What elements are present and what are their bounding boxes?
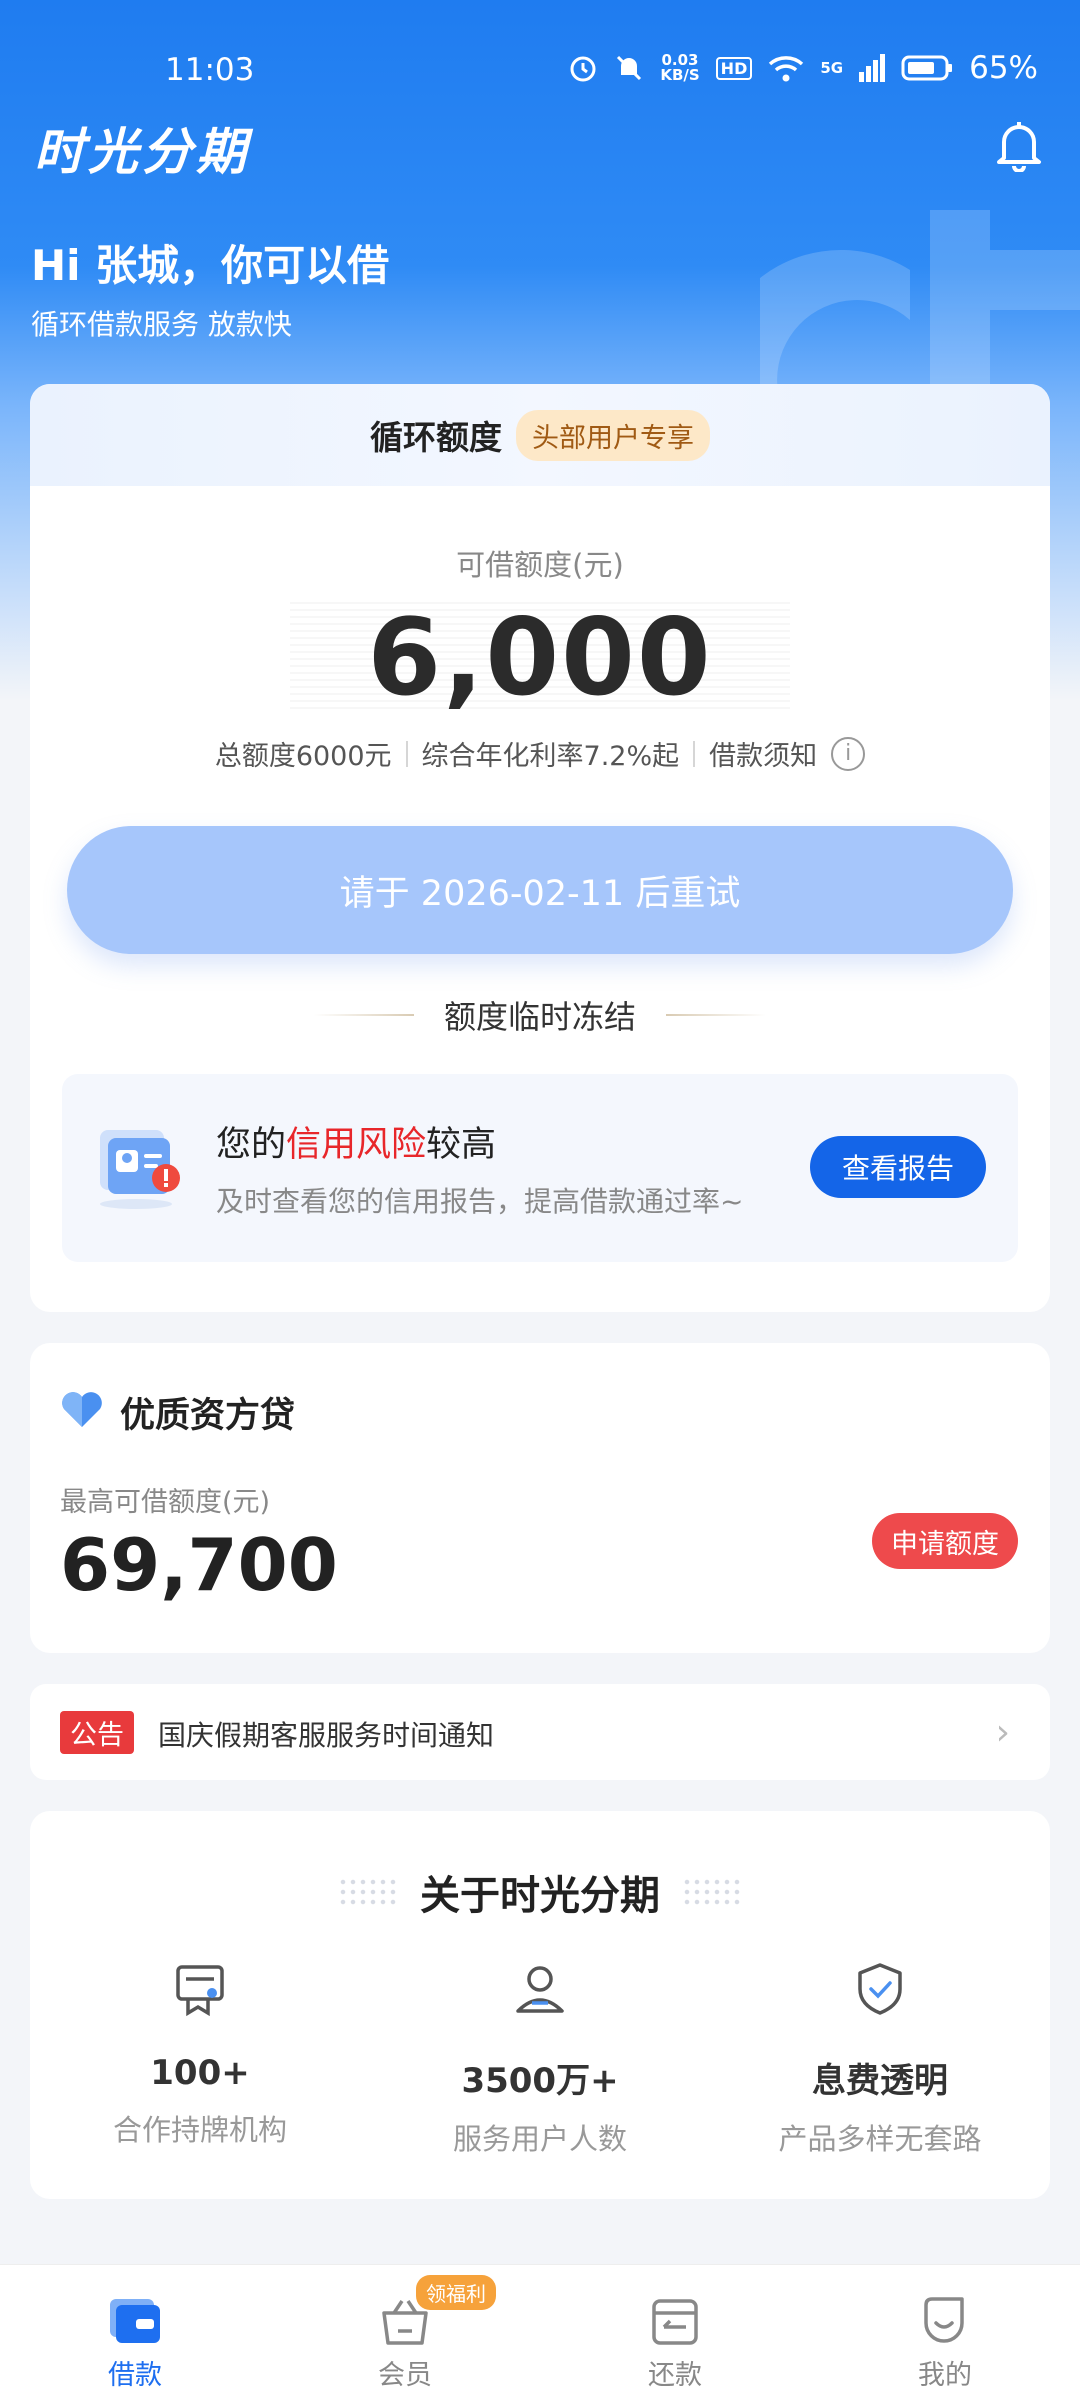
announcement-text: 国庆假期客服服务时间通知: [158, 1719, 495, 1752]
interest-rate-text: 综合年化利率7.2%起: [421, 741, 680, 772]
chevron-right-icon: ›: [995, 1712, 1010, 1753]
about-stat-users: 3500万+ 服务用户人数: [370, 1959, 710, 2158]
premium-loan-card[interactable]: 优质资方贷 最高可借额度(元) 69,700 申请额度: [30, 1343, 1050, 1653]
about-stat-value: 息费透明: [812, 2061, 948, 2101]
about-section: 关于时光分期 100+ 合作持牌机构 3500万+ 服务用户人数 息费透明 产品…: [30, 1811, 1050, 2199]
battery-icon: [901, 55, 953, 81]
credit-card-title: 循环额度: [370, 418, 502, 457]
decorative-dots: [338, 1877, 398, 1907]
credit-report-icon: [100, 1130, 180, 1209]
about-stat-institutions: 100+ 合作持牌机构: [30, 1959, 370, 2158]
vip-badge: 头部用户专享: [516, 409, 710, 461]
about-stat-desc: 产品多样无套路: [778, 2122, 982, 2156]
battery-percent: 65%: [969, 50, 1038, 86]
tab-loan[interactable]: 借款: [0, 2265, 270, 2400]
profile-icon: [924, 2297, 964, 2343]
mute-icon: [617, 55, 642, 81]
risk-title-suffix: 较高: [426, 1125, 497, 1165]
about-stat-desc: 服务用户人数: [452, 2122, 627, 2156]
greeting-subtitle: 循环借款服务 放款快: [31, 308, 292, 341]
available-limit-label: 可借额度(元): [456, 548, 624, 582]
decorative-dots: [682, 1877, 742, 1907]
tab-repay[interactable]: 还款: [540, 2265, 810, 2400]
about-header: 关于时光分期: [30, 1863, 1050, 1921]
about-title: 关于时光分期: [420, 1873, 660, 1919]
retry-loan-button[interactable]: 请于 2026-02-11 后重试: [67, 826, 1013, 954]
loan-notice-link[interactable]: 借款须知: [709, 734, 817, 773]
credit-risk-title: 您的信用风险较高: [216, 1116, 496, 1167]
wallet-icon: [110, 2299, 160, 2343]
wifi-icon: [769, 56, 804, 82]
divider: [666, 1014, 766, 1016]
status-bar: 11:03 0.03 KB/S HD 5G 65%: [0, 0, 1080, 110]
app-title: 时光分期: [34, 123, 250, 181]
apply-limit-button[interactable]: 申请额度: [872, 1513, 1018, 1569]
divider: [693, 740, 696, 767]
announcement-bar[interactable]: 公告 国庆假期客服服务时间通知 ›: [30, 1684, 1050, 1780]
announcement-tag: 公告: [60, 1711, 134, 1754]
tab-label: 借款: [108, 2360, 162, 2391]
risk-title-highlight: 信用风险: [286, 1125, 427, 1165]
premium-loan-title: 优质资方贷: [120, 1396, 296, 1436]
bottom-tab-bar: 借款 领福利 会员 还款 我的: [0, 2264, 1080, 2400]
shield-check-icon: [858, 1963, 902, 2015]
credit-card-header: 循环额度 头部用户专享: [30, 384, 1050, 486]
tab-label: 我的: [918, 2360, 972, 2391]
heart-icon: [62, 1392, 102, 1427]
alarm-icon: [570, 56, 596, 82]
hd-icon: HD: [715, 56, 753, 80]
status-icons: 0.03 KB/S HD 5G 65%: [568, 50, 1038, 86]
tab-profile[interactable]: 我的: [810, 2265, 1080, 2400]
max-limit-label: 最高可借额度(元): [60, 1487, 271, 1518]
net-speed-unit: KB/S: [660, 66, 700, 84]
bell-icon[interactable]: [994, 118, 1044, 172]
risk-title-prefix: 您的: [216, 1125, 287, 1165]
institution-icon: [176, 1965, 224, 2017]
about-stat-desc: 合作持牌机构: [112, 2113, 287, 2147]
info-icon[interactable]: i: [831, 736, 866, 771]
signal-label: 5G: [820, 59, 844, 77]
total-limit-text: 总额度6000元: [214, 741, 392, 772]
credit-limit-card: 循环额度 头部用户专享 可借额度(元) 6,000 总额度6000元 综合年化利…: [30, 384, 1050, 1312]
tab-label: 还款: [648, 2360, 702, 2391]
status-time: 11:03: [165, 52, 255, 88]
max-limit-amount: 69,700: [60, 1523, 338, 1607]
credit-risk-banner: 您的信用风险较高 及时查看您的信用报告，提高借款通过率~ 查看报告: [62, 1074, 1018, 1262]
repay-icon: [652, 2299, 698, 2345]
available-limit-amount: 6,000: [367, 596, 713, 719]
credit-meta-row: 总额度6000元 综合年化利率7.2%起 借款须知 i: [30, 734, 1050, 773]
about-stat-value: 3500万+: [461, 2061, 619, 2101]
about-stats: 100+ 合作持牌机构 3500万+ 服务用户人数 息费透明 产品多样无套路: [30, 1959, 1050, 2158]
divider: [405, 740, 408, 767]
welfare-badge: 领福利: [416, 2275, 496, 2310]
user-icon: [516, 1966, 564, 2013]
credit-risk-subtitle: 及时查看您的信用报告，提高借款通过率~: [216, 1185, 744, 1218]
view-report-button[interactable]: 查看报告: [810, 1136, 986, 1198]
about-stat-transparent: 息费透明 产品多样无套路: [710, 1959, 1050, 2158]
freeze-status-text: 额度临时冻结: [443, 998, 636, 1036]
greeting-title: Hi 张城，你可以借: [31, 241, 390, 290]
tab-member[interactable]: 领福利 会员: [270, 2265, 540, 2400]
signal-icon: [859, 54, 886, 82]
divider: [313, 1014, 414, 1016]
freeze-status: 额度临时冻结: [30, 992, 1050, 1038]
net-speed: 0.03 KB/S: [660, 53, 699, 83]
tab-label: 会员: [378, 2360, 432, 2391]
about-stat-value: 100+: [150, 2053, 250, 2093]
